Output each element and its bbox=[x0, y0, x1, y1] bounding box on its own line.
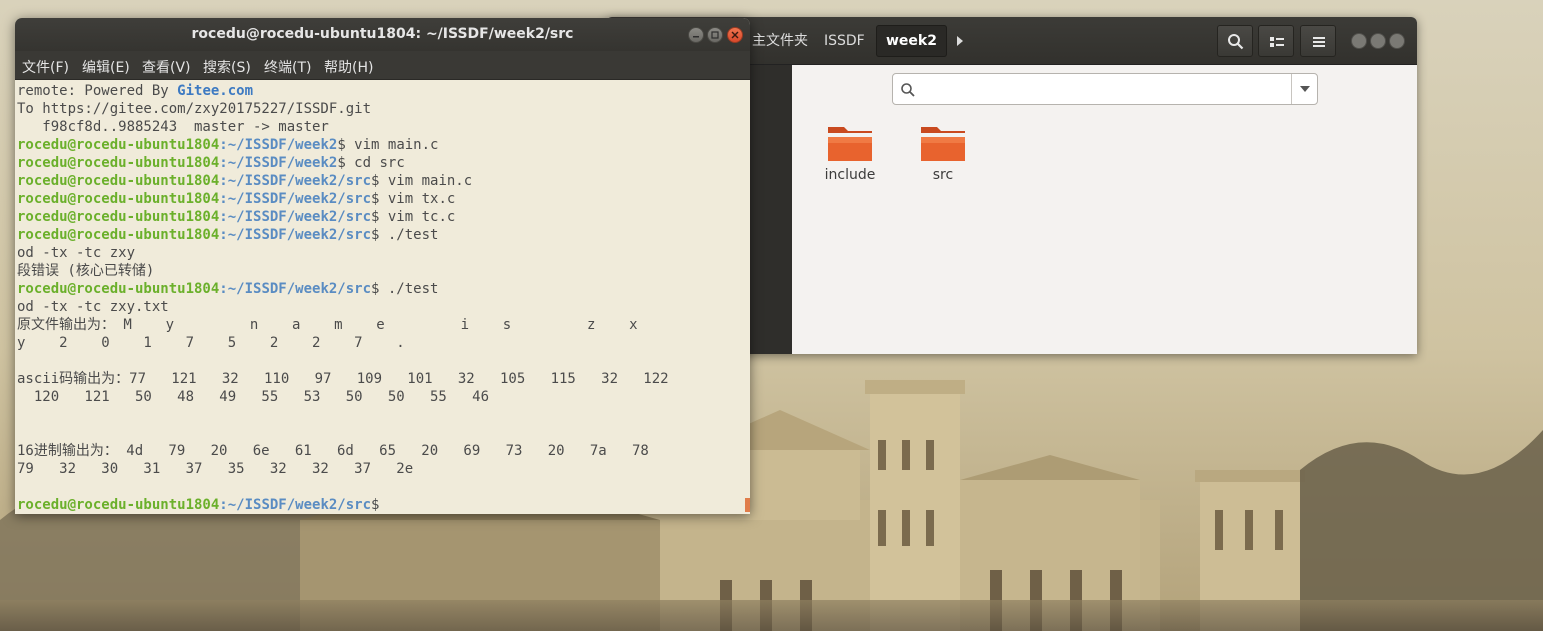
terminal-link[interactable]: Gitee.com bbox=[177, 83, 253, 99]
terminal-prompt-line: rocedu@rocedu-ubuntu1804:~/ISSDF/week2/s… bbox=[17, 497, 380, 513]
file-manager-content: include src bbox=[792, 65, 1417, 354]
maximize-icon[interactable] bbox=[1370, 33, 1386, 49]
search-bar bbox=[892, 73, 1318, 105]
menu-edit[interactable]: 编辑(E) bbox=[82, 57, 130, 77]
menu-terminal[interactable]: 终端(T) bbox=[264, 57, 311, 77]
terminal-line: 段错误 (核心已转储) bbox=[17, 263, 155, 279]
maximize-icon[interactable] bbox=[707, 27, 723, 43]
terminal-line: ascii码输出为：77 121 32 110 97 109 101 32 10… bbox=[17, 371, 669, 387]
hamburger-menu-icon bbox=[1313, 37, 1325, 47]
terminal-window: rocedu@rocedu-ubuntu1804: ~/ISSDF/week2/… bbox=[15, 18, 750, 514]
terminal-prompt-line: rocedu@rocedu-ubuntu1804:~/ISSDF/week2/s… bbox=[17, 173, 473, 189]
folder-include[interactable]: include bbox=[815, 123, 885, 183]
minimize-icon[interactable] bbox=[688, 27, 704, 43]
breadcrumb-issdf[interactable]: ISSDF bbox=[814, 25, 875, 57]
terminal-line: 79 32 30 31 37 35 32 32 37 2e bbox=[17, 461, 414, 477]
folder-src[interactable]: src bbox=[908, 123, 978, 183]
terminal-prompt-line: rocedu@rocedu-ubuntu1804:~/ISSDF/week2/s… bbox=[17, 191, 456, 207]
search-button[interactable] bbox=[1217, 25, 1253, 57]
menu-file[interactable]: 文件(F) bbox=[22, 57, 69, 77]
menu-view[interactable]: 查看(V) bbox=[142, 57, 191, 77]
terminal-line: remote: Powered By Gitee.com bbox=[17, 83, 254, 99]
menu-help[interactable]: 帮助(H) bbox=[324, 57, 373, 77]
minimize-icon[interactable] bbox=[1351, 33, 1367, 49]
breadcrumb-home[interactable]: 主文件夹 bbox=[742, 25, 818, 57]
search-options-dropdown[interactable] bbox=[1291, 74, 1317, 104]
terminal-prompt-line: rocedu@rocedu-ubuntu1804:~/ISSDF/week2$ … bbox=[17, 137, 439, 153]
terminal-line: To https://gitee.com/zxy20175227/ISSDF.g… bbox=[17, 101, 372, 117]
breadcrumb-week2[interactable]: week2 bbox=[876, 25, 947, 57]
terminal-prompt-line: rocedu@rocedu-ubuntu1804:~/ISSDF/week2/s… bbox=[17, 281, 439, 297]
terminal-menu-bar: 文件(F) 编辑(E) 查看(V) 搜索(S) 终端(T) 帮助(H) bbox=[15, 51, 750, 80]
terminal-line: 120 121 50 48 49 55 53 50 50 55 46 bbox=[17, 389, 490, 405]
folder-label: include bbox=[824, 167, 876, 183]
terminal-prompt-line: rocedu@rocedu-ubuntu1804:~/ISSDF/week2/s… bbox=[17, 209, 456, 225]
breadcrumb-next-arrow-icon[interactable] bbox=[951, 25, 969, 57]
list-view-icon bbox=[1270, 37, 1284, 47]
terminal-line: 原文件输出为： M y n a m e i s z x bbox=[17, 317, 638, 333]
menu-button[interactable] bbox=[1300, 25, 1336, 57]
folder-label: src bbox=[932, 167, 954, 183]
search-icon bbox=[1228, 34, 1244, 50]
terminal-line: od -tx -tc zxy bbox=[17, 245, 136, 261]
terminal-output[interactable]: remote: Powered By Gitee.com To https://… bbox=[15, 80, 750, 514]
search-icon bbox=[901, 83, 915, 97]
terminal-title: rocedu@rocedu-ubuntu1804: ~/ISSDF/week2/… bbox=[15, 18, 750, 51]
terminal-prompt-line: rocedu@rocedu-ubuntu1804:~/ISSDF/week2$ … bbox=[17, 155, 405, 171]
close-icon[interactable] bbox=[727, 27, 743, 43]
view-toggle-button[interactable] bbox=[1258, 25, 1294, 57]
terminal-line: od -tx -tc zxy.txt bbox=[17, 299, 169, 315]
close-icon[interactable] bbox=[1389, 33, 1405, 49]
menu-search[interactable]: 搜索(S) bbox=[203, 57, 251, 77]
terminal-cursor bbox=[745, 498, 750, 512]
terminal-line: 16进制输出为： 4d 79 20 6e 61 6d 65 20 69 73 2… bbox=[17, 443, 649, 459]
folder-icon bbox=[921, 127, 965, 161]
chevron-down-icon bbox=[1300, 86, 1310, 92]
search-input[interactable] bbox=[921, 78, 1281, 100]
terminal-prompt-line: rocedu@rocedu-ubuntu1804:~/ISSDF/week2/s… bbox=[17, 227, 439, 243]
terminal-line: y 2 0 1 7 5 2 2 7 . bbox=[17, 335, 405, 351]
terminal-line: f98cf8d..9885243 master -> master bbox=[17, 119, 329, 135]
folder-icon bbox=[828, 127, 872, 161]
